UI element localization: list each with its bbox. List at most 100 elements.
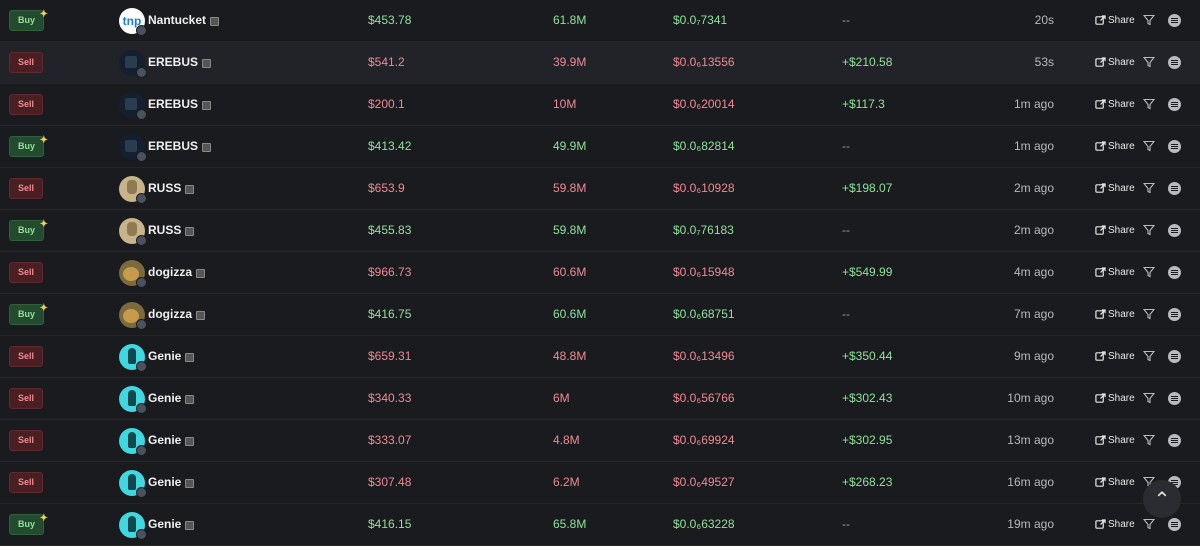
type-label: Buy — [18, 141, 36, 151]
share-button[interactable]: Share — [1095, 210, 1135, 251]
share-button[interactable]: Share — [1095, 378, 1135, 419]
copy-icon[interactable] — [202, 143, 212, 152]
filter-icon[interactable] — [1142, 182, 1156, 196]
copy-icon[interactable] — [202, 59, 212, 68]
share-label: Share — [1108, 519, 1135, 530]
share-button[interactable]: Share — [1095, 126, 1135, 167]
trader-name[interactable]: Nantucket — [148, 0, 206, 41]
trader-name[interactable]: Genie — [148, 336, 181, 377]
usd-value: $659.31 — [368, 349, 412, 363]
token-amount: 48.8M — [553, 349, 587, 363]
menu-icon[interactable] — [1168, 350, 1181, 363]
type-label: Sell — [18, 267, 35, 277]
filter-icon[interactable] — [1142, 392, 1156, 406]
trader-cell[interactable]: dogizza — [119, 294, 205, 335]
trader-name[interactable]: EREBUS — [148, 42, 198, 83]
filter-icon[interactable] — [1142, 350, 1156, 364]
type-label: Sell — [18, 351, 35, 361]
menu-icon[interactable] — [1168, 434, 1181, 447]
copy-icon[interactable] — [185, 395, 195, 404]
menu-icon[interactable] — [1168, 266, 1181, 279]
copy-icon[interactable] — [185, 353, 195, 362]
trader-name[interactable]: dogizza — [148, 294, 192, 335]
trader-cell[interactable]: Genie — [119, 504, 195, 545]
trader-cell[interactable]: Genie — [119, 378, 195, 419]
age: 20s — [1034, 13, 1054, 27]
trader-cell[interactable]: tnp Nantucket — [119, 0, 220, 41]
trader-cell[interactable]: Genie — [119, 462, 195, 503]
filter-icon[interactable] — [1142, 308, 1156, 322]
trader-name[interactable]: Genie — [148, 462, 181, 503]
share-button[interactable]: Share — [1095, 168, 1135, 209]
token-amount: 60.6M — [553, 265, 587, 279]
menu-icon[interactable] — [1168, 140, 1181, 153]
usd-value: $455.83 — [368, 223, 412, 237]
trader-cell[interactable]: EREBUS — [119, 42, 212, 83]
chain-badge-icon — [136, 360, 147, 372]
trader-cell[interactable]: RUSS — [119, 168, 195, 209]
trader-cell[interactable]: EREBUS — [119, 126, 212, 167]
copy-icon[interactable] — [185, 479, 195, 488]
trader-name[interactable]: Genie — [148, 504, 181, 545]
share-button[interactable]: Share — [1095, 462, 1135, 503]
price: $0.0₆49527 — [673, 475, 735, 489]
copy-icon[interactable] — [185, 185, 195, 194]
trader-cell[interactable]: dogizza — [119, 252, 205, 293]
trader-name[interactable]: EREBUS — [148, 84, 198, 125]
avatar — [119, 133, 147, 162]
share-button[interactable]: Share — [1095, 336, 1135, 377]
copy-icon[interactable] — [196, 269, 205, 278]
share-button[interactable]: Share — [1095, 42, 1135, 83]
pnl: -- — [842, 13, 850, 27]
share-label: Share — [1108, 267, 1135, 278]
share-button[interactable]: Share — [1095, 504, 1135, 545]
filter-icon[interactable] — [1142, 14, 1156, 28]
trader-name[interactable]: Genie — [148, 420, 181, 461]
copy-icon[interactable] — [202, 101, 212, 110]
scroll-to-top-button[interactable]: ⌃ — [1143, 480, 1181, 518]
menu-icon[interactable] — [1168, 14, 1181, 27]
trader-cell[interactable]: Genie — [119, 420, 195, 461]
share-button[interactable]: Share — [1095, 0, 1135, 41]
share-button[interactable]: Share — [1095, 420, 1135, 461]
trader-cell[interactable]: RUSS — [119, 210, 195, 251]
filter-icon[interactable] — [1142, 266, 1156, 280]
share-button[interactable]: Share — [1095, 84, 1135, 125]
type-label: Sell — [18, 99, 35, 109]
menu-icon[interactable] — [1168, 182, 1181, 195]
copy-icon[interactable] — [210, 17, 220, 26]
copy-icon[interactable] — [185, 521, 195, 530]
filter-icon[interactable] — [1142, 98, 1156, 112]
age: 2m ago — [1013, 181, 1054, 195]
menu-icon[interactable] — [1168, 98, 1181, 111]
copy-icon[interactable] — [196, 311, 205, 320]
filter-icon[interactable] — [1142, 140, 1156, 154]
trader-cell[interactable]: Genie — [119, 336, 195, 377]
filter-icon[interactable] — [1142, 56, 1156, 70]
menu-icon[interactable] — [1168, 392, 1181, 405]
trader-name[interactable]: EREBUS — [148, 126, 198, 167]
filter-icon[interactable] — [1142, 434, 1156, 448]
trader-name[interactable]: dogizza — [148, 252, 192, 293]
external-link-icon — [1095, 15, 1106, 25]
menu-icon[interactable] — [1168, 308, 1181, 321]
trader-cell[interactable]: EREBUS — [119, 84, 212, 125]
menu-icon[interactable] — [1168, 224, 1181, 237]
filter-icon[interactable] — [1142, 518, 1156, 532]
trader-name[interactable]: RUSS — [148, 210, 181, 251]
share-button[interactable]: Share — [1095, 294, 1135, 335]
avatar — [119, 427, 147, 456]
age: 9m ago — [1013, 349, 1054, 363]
copy-icon[interactable] — [185, 227, 195, 236]
trader-name[interactable]: RUSS — [148, 168, 181, 209]
copy-icon[interactable] — [185, 437, 195, 446]
avatar — [119, 175, 147, 204]
menu-icon[interactable] — [1168, 56, 1181, 69]
chain-badge-icon — [136, 402, 147, 414]
share-button[interactable]: Share — [1095, 252, 1135, 293]
price: $0.0₆10928 — [673, 181, 735, 195]
filter-icon[interactable] — [1142, 224, 1156, 238]
trader-name[interactable]: Genie — [148, 378, 181, 419]
external-link-icon — [1095, 309, 1106, 319]
menu-icon[interactable] — [1168, 518, 1181, 531]
